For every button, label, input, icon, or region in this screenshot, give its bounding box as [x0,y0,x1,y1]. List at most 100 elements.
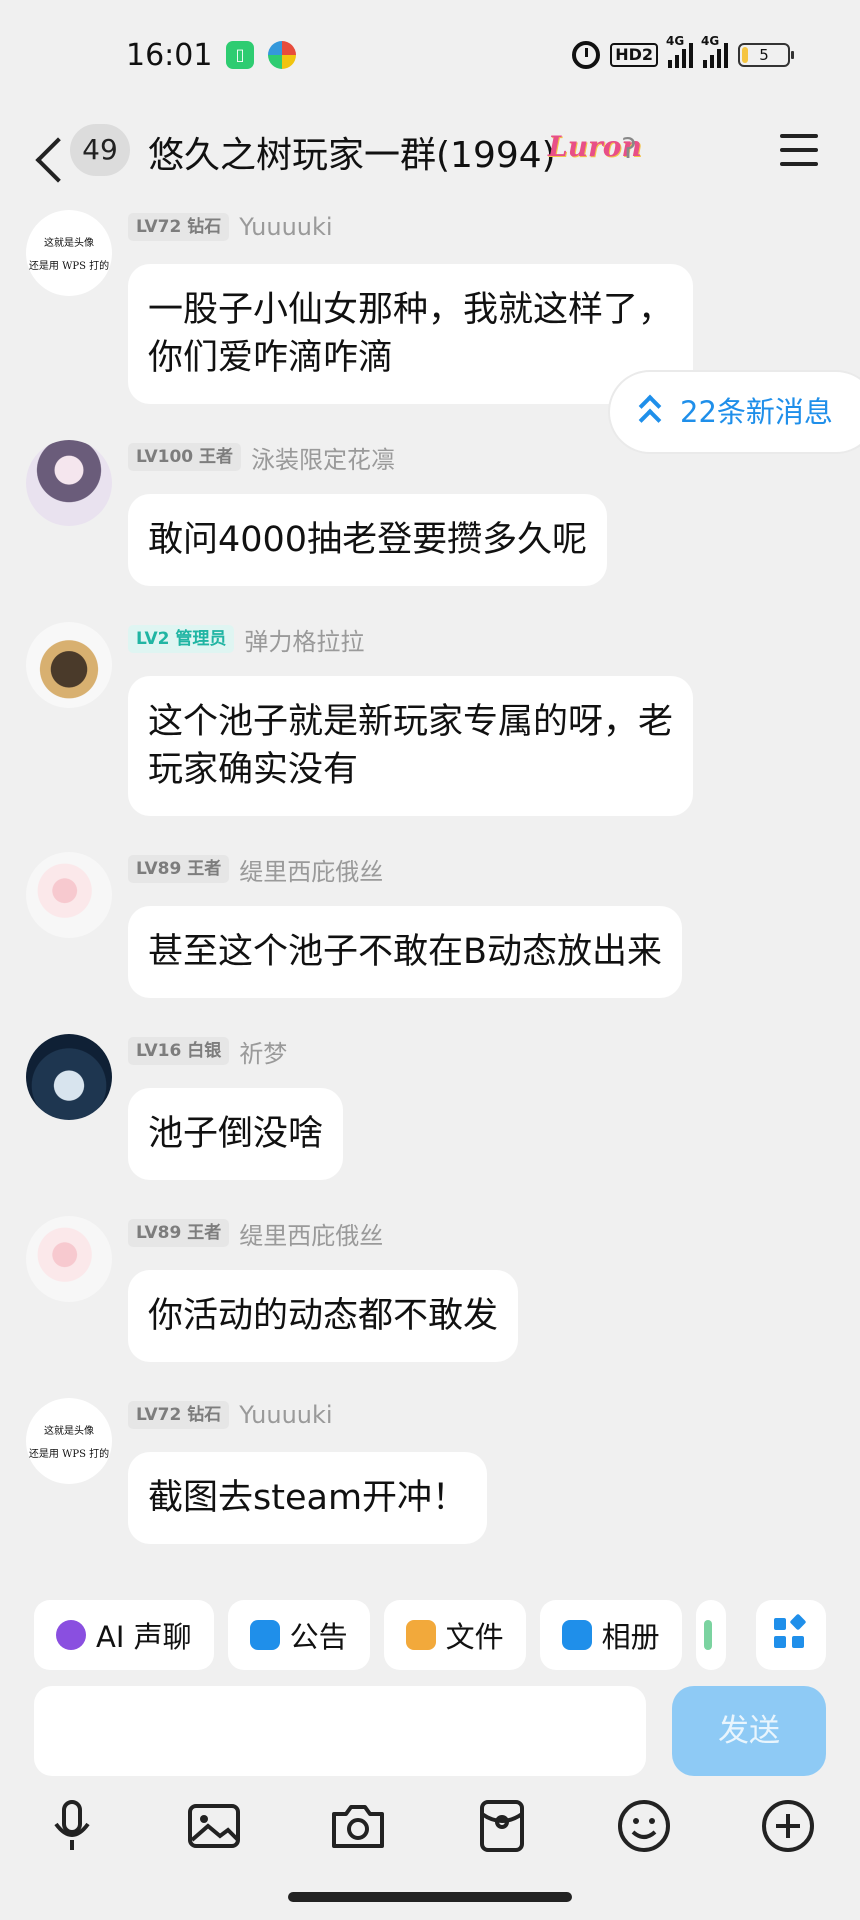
message-bubble[interactable]: 你活动的动态都不敢发 [128,1270,519,1362]
message-meta: LV89 王者 缇里西庇俄丝 [128,852,383,887]
apps-grid-button[interactable] [756,1600,826,1670]
message-text-line: 池子倒没啥 [148,1114,324,1154]
send-button[interactable]: 发送 [672,1686,826,1776]
avatar[interactable] [26,622,112,708]
quick-actions-bar: AI 声聊 公告 文件 相册 [34,1600,860,1670]
quick-action-announcement[interactable]: 公告 [227,1600,370,1670]
input-toolbar [0,1796,860,1876]
level-badge: LV100 王者 [128,443,242,471]
message-meta: LV100 王者 泳装限定花凛 [128,440,395,475]
message-bubble[interactable]: 敢问4000抽老登要攒多久呢 [128,494,608,586]
chat-header: 49 悠久之树玩家一群(1994) Luron ʔ [0,110,860,210]
avatar-text-line: 这就是头像 [44,238,94,249]
avatar[interactable]: 这就是头像 还是用 WPS 打的 [26,1398,112,1484]
back-arrow-icon[interactable] [30,132,70,188]
alarm-icon [572,41,601,69]
unread-count-badge[interactable]: 49 [70,124,130,176]
message-text-line: 一股子小仙女那种，我就这样了， [148,290,674,330]
folder-icon [405,1620,436,1650]
menu-icon[interactable] [780,134,820,168]
signal-icon-2: 4G [701,34,728,68]
message-text-line: 敢问4000抽老登要攒多久呢 [148,520,588,560]
grid-cell [792,1636,804,1648]
emoji-icon[interactable] [614,1796,674,1856]
announcement-icon [249,1620,280,1650]
level-badge: LV89 王者 [128,1219,230,1247]
avatar[interactable] [26,852,112,938]
signal-icon-1: 4G [666,34,693,68]
message-text-line: 你们爱咋滴咋滴 [148,338,394,378]
quick-action-more-partial[interactable] [695,1600,726,1670]
red-packet-icon[interactable] [472,1796,532,1856]
ear-mode-icon[interactable]: ʔ [622,132,636,165]
avatar-text-line: 还是用 WPS 打的 [28,261,110,272]
network-type-1: 4G [666,34,685,48]
sender-name[interactable]: 泳装限定花凛 [251,440,395,475]
message-bubble[interactable]: 截图去steam开冲！ [128,1452,488,1544]
quick-action-album[interactable]: 相册 [539,1600,682,1670]
network-type-2: 4G [701,34,720,48]
sender-name[interactable]: Yuuuuki [239,213,332,241]
status-bar: 16:01 ▯ HD2 4G 4G 5 [0,0,860,110]
message-text-line: 这个池子就是新玩家专属的呀，老 [148,702,674,742]
quick-action-label: 文件 [445,1620,504,1654]
quick-action-label: AI 声聊 [96,1620,192,1654]
sender-name[interactable]: 祈梦 [239,1034,287,1069]
level-badge: LV72 钻石 [128,213,230,241]
level-badge: LV72 钻石 [128,1401,230,1429]
new-messages-button[interactable]: 22条新消息 [608,370,860,454]
sender-name[interactable]: 缇里西庇俄丝 [239,1216,383,1251]
message-meta: LV72 钻石 Yuuuuki [128,212,333,242]
message-bubble[interactable]: 池子倒没啥 [128,1088,344,1180]
message-text-line: 截图去steam开冲！ [148,1478,468,1518]
quick-action-files[interactable]: 文件 [383,1600,526,1670]
new-messages-label: 22条新消息 [680,395,833,429]
admin-badge: LV2 管理员 [128,625,235,653]
avatar-text-line: 还是用 WPS 打的 [28,1449,110,1460]
avatar[interactable] [26,440,112,526]
double-chevron-up-icon [638,394,662,432]
sender-name[interactable]: Yuuuuki [239,1401,332,1429]
message-meta: LV72 钻石 Yuuuuki [128,1400,333,1430]
avatar[interactable]: 这就是头像 还是用 WPS 打的 [26,210,112,296]
input-panel: AI 声聊 公告 文件 相册 发送 [0,1584,860,1920]
avatar[interactable] [26,1216,112,1302]
quick-action-ai-voice[interactable]: AI 声聊 [34,1600,214,1670]
message-bubble[interactable]: 这个池子就是新玩家专属的呀，老 玩家确实没有 [128,676,694,816]
message-text-line: 你活动的动态都不敢发 [148,1296,499,1336]
sender-name[interactable]: 缇里西庇俄丝 [239,852,383,887]
microphone-icon[interactable] [42,1796,102,1856]
album-icon [561,1620,592,1650]
camera-icon[interactable] [328,1796,388,1856]
level-badge: LV89 王者 [128,855,230,883]
battery-level: 5 [759,46,769,64]
grid-cell [789,1613,807,1631]
avatar-text-line: 这就是头像 [44,1426,94,1437]
message-text-line: 甚至这个池子不敢在B动态放出来 [148,932,663,972]
message-bubble[interactable]: 甚至这个池子不敢在B动态放出来 [128,906,683,998]
level-badge: LV16 白银 [128,1037,230,1065]
message-text-line: 玩家确实没有 [148,750,359,790]
ai-voice-icon [56,1620,86,1650]
group-title[interactable]: 悠久之树玩家一群(1994) [148,126,556,178]
grid-cell [774,1618,786,1630]
image-icon[interactable] [184,1796,244,1856]
hd-voice-icon: HD2 [610,43,658,67]
grid-cell [774,1636,786,1648]
message-meta: LV2 管理员 弹力格拉拉 [128,622,364,657]
home-indicator[interactable] [288,1892,572,1902]
message-input[interactable] [34,1686,646,1776]
message-bubble[interactable]: 一股子小仙女那种，我就这样了， 你们爱咋滴咋滴 [128,264,694,404]
status-indicators: HD2 4G 4G 5 [572,34,794,72]
clipboard-app-icon: ▯ [226,41,254,69]
status-time: 16:01 [126,38,213,73]
partial-icon [703,1620,712,1650]
message-meta: LV16 白银 祈梦 [128,1034,287,1069]
sender-name[interactable]: 弹力格拉拉 [244,622,364,657]
avatar[interactable] [26,1034,112,1120]
quick-action-label: 相册 [601,1620,660,1654]
message-meta: LV89 王者 缇里西庇俄丝 [128,1216,383,1251]
pinwheel-app-icon [268,41,296,69]
plus-icon[interactable] [758,1796,818,1856]
quick-action-label: 公告 [289,1620,348,1654]
